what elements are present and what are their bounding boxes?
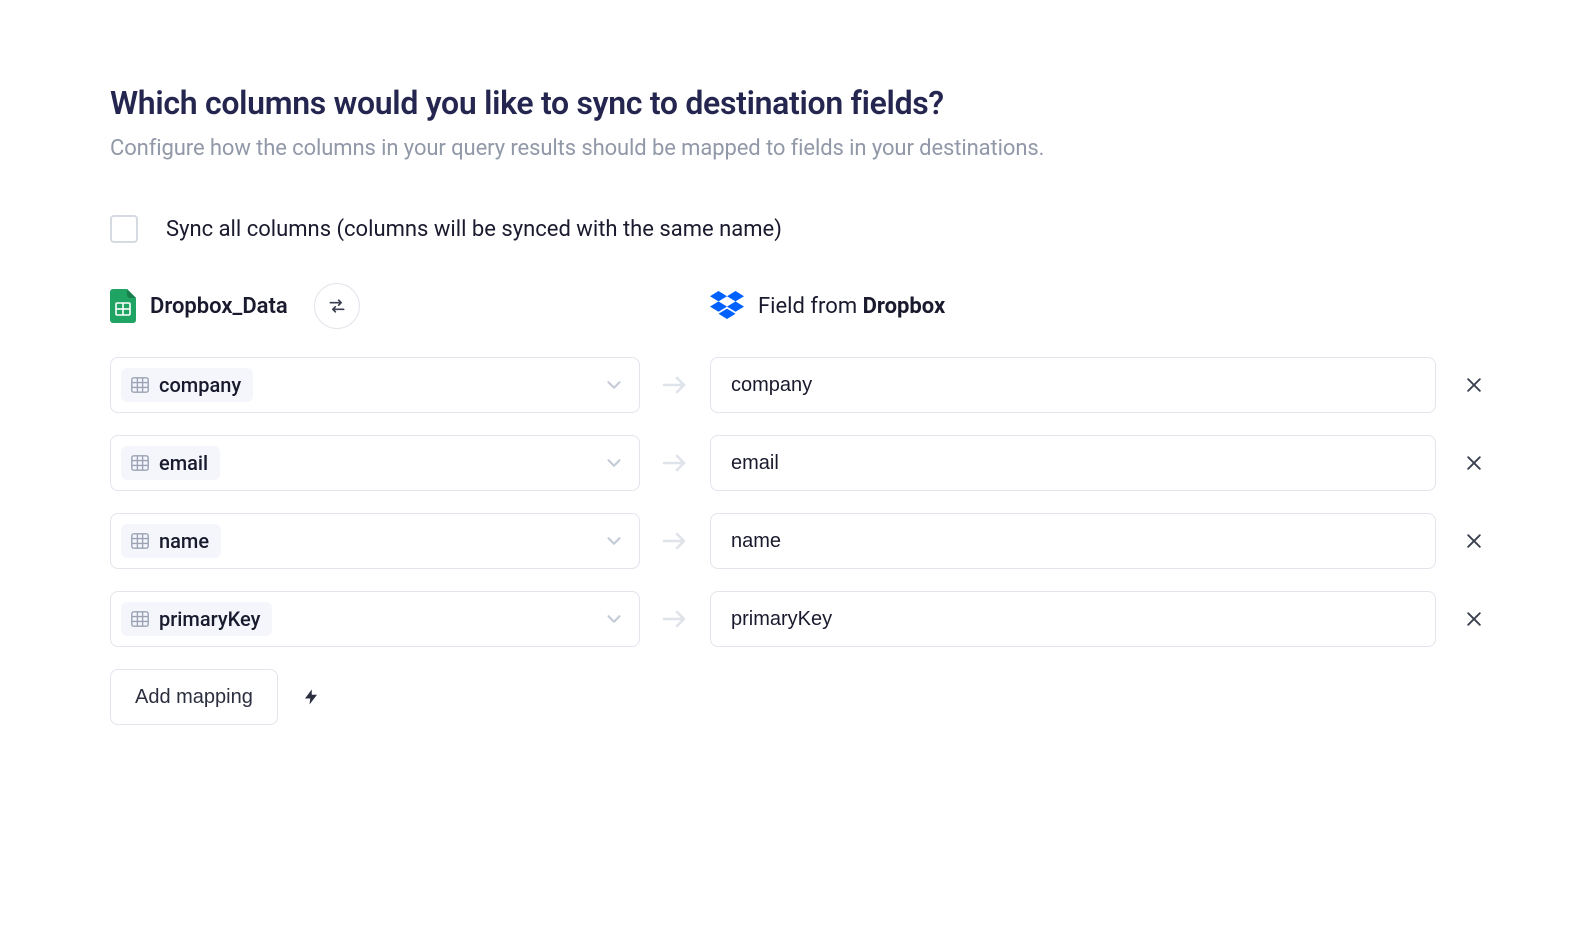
- source-column-select[interactable]: primaryKey: [110, 591, 640, 647]
- chevron-down-icon: [603, 530, 625, 552]
- mapping-row: company: [110, 357, 1484, 413]
- footer-row: Add mapping: [110, 669, 1484, 725]
- arrow-right-icon: [640, 373, 710, 397]
- remove-mapping-button[interactable]: [1436, 531, 1484, 551]
- destination-field-input[interactable]: [710, 513, 1436, 569]
- destination-label-bold: Dropbox: [863, 294, 946, 319]
- source-column-tag: primaryKey: [121, 602, 272, 636]
- sync-all-label: Sync all columns (columns will be synced…: [166, 217, 782, 242]
- swap-columns-button[interactable]: [314, 283, 360, 329]
- column-mapping-panel: Which columns would you like to sync to …: [0, 0, 1594, 765]
- source-name: Dropbox_Data: [150, 294, 288, 319]
- mapping-rows: company: [110, 357, 1484, 647]
- source-column-name: company: [159, 373, 241, 397]
- destination-field-input[interactable]: [710, 591, 1436, 647]
- mapping-row: email: [110, 435, 1484, 491]
- add-mapping-button[interactable]: Add mapping: [110, 669, 278, 725]
- mapping-row: primaryKey: [110, 591, 1484, 647]
- remove-mapping-button[interactable]: [1436, 453, 1484, 473]
- lightning-icon: [302, 685, 320, 709]
- source-column-select[interactable]: email: [110, 435, 640, 491]
- close-icon: [1464, 375, 1484, 395]
- destination-label: Field from Dropbox: [758, 294, 945, 319]
- table-column-icon: [131, 533, 149, 549]
- close-icon: [1464, 609, 1484, 629]
- chevron-down-icon: [603, 374, 625, 396]
- close-icon: [1464, 531, 1484, 551]
- source-column-name: name: [159, 529, 209, 553]
- page-title: Which columns would you like to sync to …: [110, 84, 1484, 122]
- sync-all-checkbox[interactable]: [110, 215, 138, 243]
- dropbox-icon: [710, 291, 744, 321]
- table-column-icon: [131, 611, 149, 627]
- destination-label-prefix: Field from: [758, 294, 863, 319]
- source-column-name: primaryKey: [159, 607, 260, 631]
- page-subtitle: Configure how the columns in your query …: [110, 136, 1484, 161]
- source-column-tag: email: [121, 446, 220, 480]
- table-column-icon: [131, 377, 149, 393]
- source-column-name: email: [159, 451, 208, 475]
- remove-mapping-button[interactable]: [1436, 609, 1484, 629]
- table-column-icon: [131, 455, 149, 471]
- columns-header: Dropbox_Data: [110, 283, 1484, 329]
- destination-field-input[interactable]: [710, 357, 1436, 413]
- sync-all-row: Sync all columns (columns will be synced…: [110, 215, 1484, 243]
- remove-mapping-button[interactable]: [1436, 375, 1484, 395]
- google-sheets-icon: [110, 289, 136, 323]
- chevron-down-icon: [603, 608, 625, 630]
- source-column-tag: company: [121, 368, 253, 402]
- arrow-right-icon: [640, 607, 710, 631]
- chevron-down-icon: [603, 452, 625, 474]
- source-column-tag: name: [121, 524, 221, 558]
- arrow-right-icon: [640, 529, 710, 553]
- source-column-select[interactable]: name: [110, 513, 640, 569]
- close-icon: [1464, 453, 1484, 473]
- source-column-select[interactable]: company: [110, 357, 640, 413]
- mapping-row: name: [110, 513, 1484, 569]
- swap-icon: [327, 296, 347, 316]
- destination-field-input[interactable]: [710, 435, 1436, 491]
- arrow-right-icon: [640, 451, 710, 475]
